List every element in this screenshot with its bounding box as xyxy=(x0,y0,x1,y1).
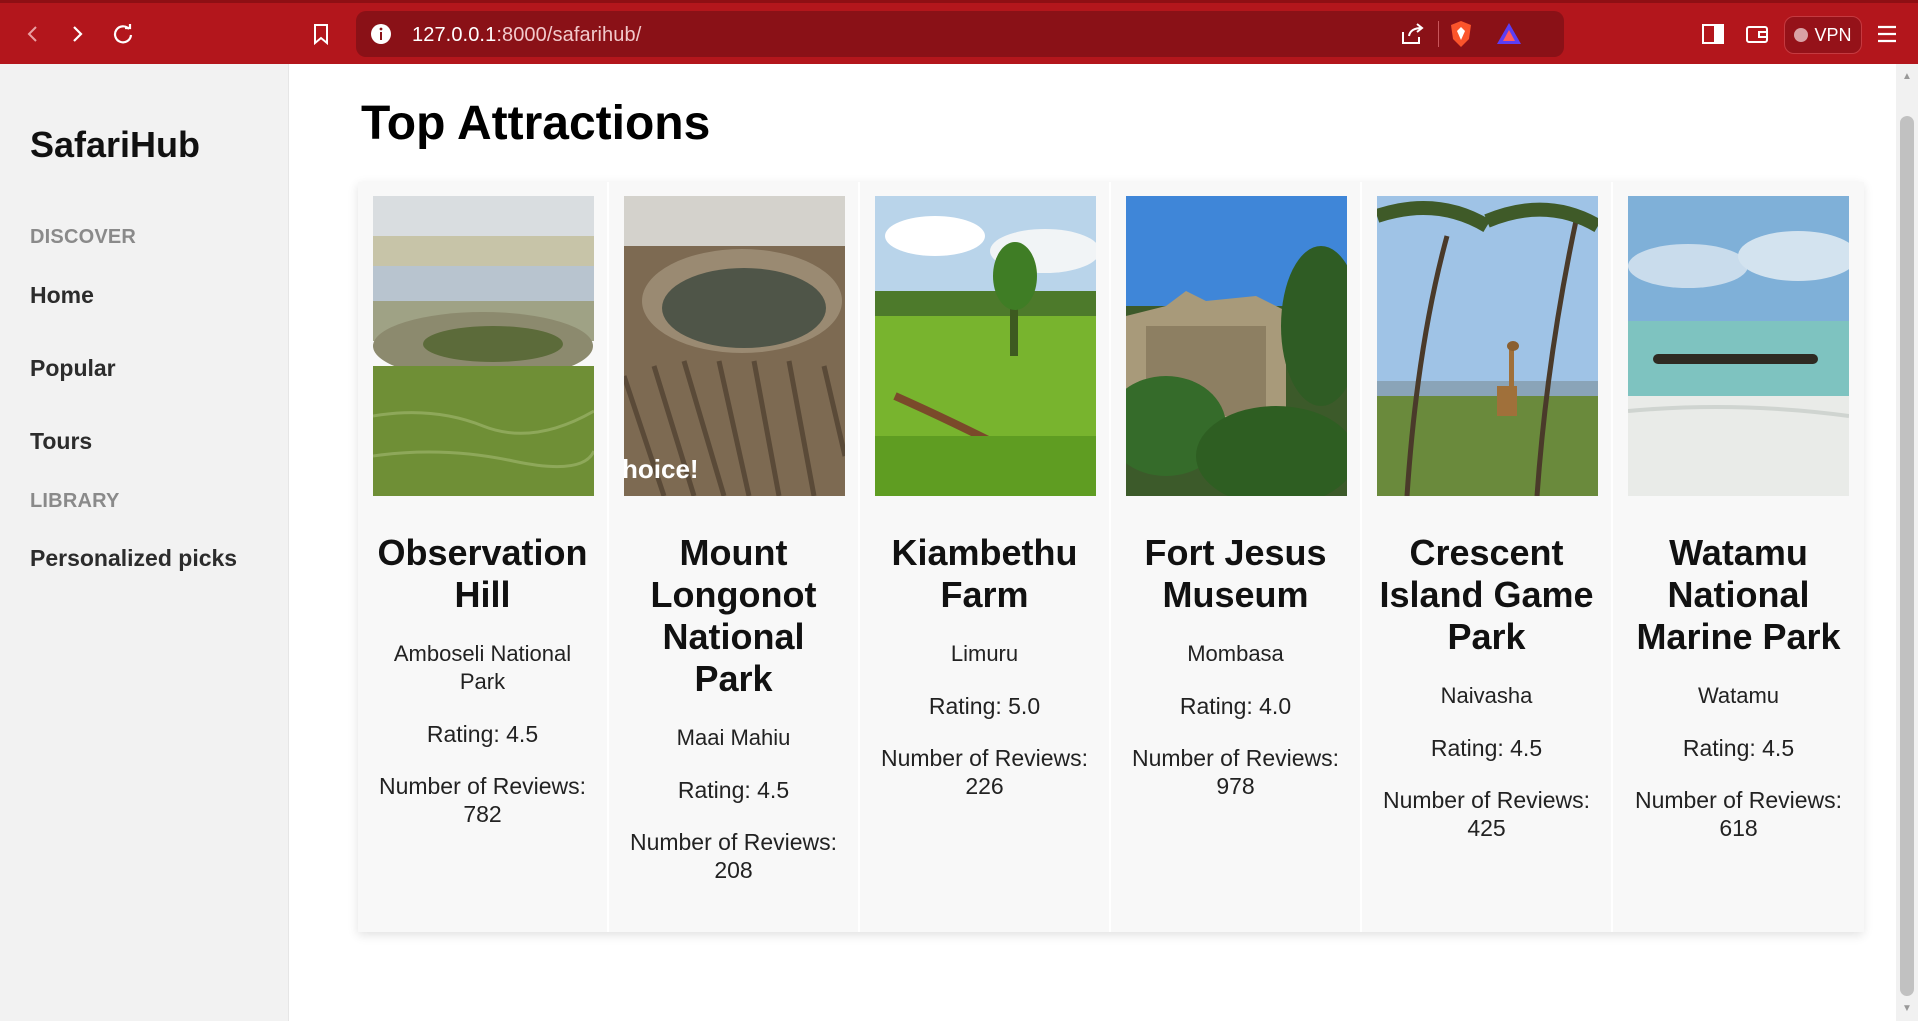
sidebar-item-home[interactable]: Home xyxy=(30,282,94,309)
bookmark-icon xyxy=(314,24,328,45)
attraction-rating: Rating: 4.5 xyxy=(1682,735,1795,761)
scroll-up-icon[interactable]: ▲ xyxy=(1900,70,1914,84)
attraction-rating: Rating: 4.5 xyxy=(1430,735,1543,761)
sidebar-item-popular[interactable]: Popular xyxy=(30,355,116,382)
forward-button[interactable] xyxy=(60,17,94,51)
attraction-reviews: Number of Reviews: 978 xyxy=(1131,745,1340,799)
chevron-left-icon xyxy=(27,26,37,42)
attraction-card[interactable]: Watamu National Marine Park Watamu Ratin… xyxy=(1613,182,1864,932)
vpn-label: VPN xyxy=(1814,24,1852,45)
reload-icon xyxy=(113,24,133,44)
attraction-reviews: Number of Reviews: 208 xyxy=(629,829,838,883)
wallet-icon xyxy=(1746,26,1768,43)
image-watermark: hoice! xyxy=(624,454,699,484)
sidebar-icon xyxy=(1702,24,1724,44)
wallet-button[interactable] xyxy=(1740,17,1774,51)
reload-button[interactable] xyxy=(106,17,140,51)
attraction-location: Naivasha xyxy=(1440,683,1533,708)
address-bar[interactable]: 127.0.0.1:8000/safarihub/ xyxy=(356,11,1564,57)
url-text[interactable]: 127.0.0.1:8000/safarihub/ xyxy=(412,24,641,47)
vpn-status-icon xyxy=(1794,28,1809,42)
divider xyxy=(1438,21,1439,47)
scroll-down-icon[interactable]: ▼ xyxy=(1900,1002,1914,1016)
sidebar-item-personalized-picks[interactable]: Personalized picks xyxy=(30,545,237,572)
attraction-rating: Rating: 4.5 xyxy=(677,777,790,803)
attraction-location: Maai Mahiu xyxy=(676,725,791,750)
main-content: Top Attractions Observation Hill Ambosel… xyxy=(290,64,1895,1021)
share-icon[interactable] xyxy=(1400,22,1426,46)
attractions-grid: Observation Hill Amboseli National Park … xyxy=(358,182,1864,932)
browser-toolbar: 127.0.0.1:8000/safarihub/ VPN xyxy=(0,0,1918,64)
attraction-image: hoice! xyxy=(624,196,845,496)
menu-button[interactable] xyxy=(1870,17,1904,51)
section-label-library: LIBRARY xyxy=(30,490,120,512)
info-icon[interactable] xyxy=(370,23,392,45)
brave-rewards-icon[interactable] xyxy=(1496,21,1522,47)
bookmark-button[interactable] xyxy=(304,17,338,51)
scroll-thumb[interactable] xyxy=(1900,116,1914,996)
section-label-discover: DISCOVER xyxy=(30,226,137,248)
attraction-location: Limuru xyxy=(950,641,1019,666)
page-scrollbar[interactable]: ▲ ▼ xyxy=(1896,64,1918,1021)
attraction-name[interactable]: Mount Longonot National Park xyxy=(624,532,843,700)
page-title: Top Attractions xyxy=(361,97,711,150)
attraction-image xyxy=(875,196,1096,496)
attraction-reviews: Number of Reviews: 618 xyxy=(1634,787,1843,841)
brave-shield-icon[interactable] xyxy=(1448,20,1474,48)
hamburger-menu-icon xyxy=(1878,25,1896,43)
attraction-location: Amboseli National Park xyxy=(393,641,572,694)
attraction-rating: Rating: 4.0 xyxy=(1179,693,1292,719)
brand-logo[interactable]: SafariHub xyxy=(30,124,200,166)
chevron-right-icon xyxy=(73,26,83,42)
url-host: 127.0.0.1 xyxy=(412,24,497,46)
sidebar-toggle-button[interactable] xyxy=(1696,17,1730,51)
sidebar: SafariHub DISCOVER Home Popular Tours LI… xyxy=(0,64,289,1021)
attraction-card[interactable]: Fort Jesus Museum Mombasa Rating: 4.0 Nu… xyxy=(1111,182,1362,932)
attraction-reviews: Number of Reviews: 425 xyxy=(1382,787,1591,841)
attraction-location: Mombasa xyxy=(1187,641,1284,666)
attraction-name[interactable]: Watamu National Marine Park xyxy=(1628,532,1849,658)
attraction-rating: Rating: 4.5 xyxy=(426,721,539,747)
attraction-name[interactable]: Observation Hill xyxy=(373,532,592,616)
url-path: :8000/safarihub/ xyxy=(496,24,642,46)
attraction-card[interactable]: Observation Hill Amboseli National Park … xyxy=(358,182,609,932)
attraction-card[interactable]: Crescent Island Game Park Naivasha Ratin… xyxy=(1362,182,1613,932)
vpn-button[interactable]: VPN xyxy=(1784,16,1862,54)
attraction-rating: Rating: 5.0 xyxy=(928,693,1041,719)
attraction-name[interactable]: Kiambethu Farm xyxy=(875,532,1094,616)
attraction-card[interactable]: hoice! Mount Longonot National Park Maai… xyxy=(609,182,860,932)
attraction-reviews: Number of Reviews: 782 xyxy=(378,773,587,827)
attraction-card[interactable]: Kiambethu Farm Limuru Rating: 5.0 Number… xyxy=(860,182,1111,932)
back-button[interactable] xyxy=(16,17,50,51)
attraction-image xyxy=(373,196,594,496)
sidebar-item-tours[interactable]: Tours xyxy=(30,428,92,455)
attraction-image xyxy=(1628,196,1849,496)
attraction-name[interactable]: Crescent Island Game Park xyxy=(1377,532,1596,658)
attraction-location: Watamu xyxy=(1697,683,1780,708)
attraction-reviews: Number of Reviews: 226 xyxy=(880,745,1089,799)
attraction-image xyxy=(1377,196,1598,496)
attraction-image xyxy=(1126,196,1347,496)
attraction-name[interactable]: Fort Jesus Museum xyxy=(1126,532,1345,616)
